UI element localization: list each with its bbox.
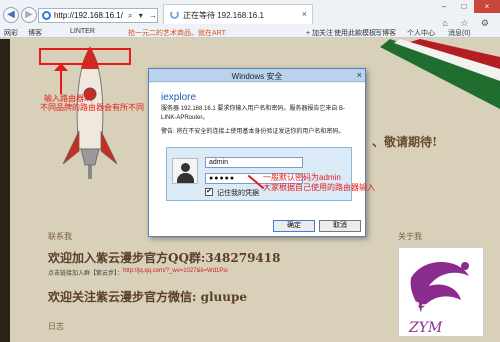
fav-item-wangcai[interactable]: 网彩 [4, 28, 18, 38]
address-tools-icon[interactable]: ⌕ ▾ → [128, 11, 159, 21]
page-left-edge [0, 39, 10, 342]
annotation-brand-note: 不同品牌的路由器会有所不同 [40, 103, 144, 112]
browser-chrome: ◀ ▶ http://192.168.16.1/ ⌕ ▾ → 正在等待 192.… [0, 0, 500, 38]
dialog-warning: 警告: 将在不安全的连接上使用基本身份验证发送你的用户名和密码。 [161, 129, 345, 135]
remember-label: 记住我的凭据 [217, 190, 259, 197]
fav-item-linter[interactable]: LINTER [70, 28, 95, 35]
dialog-body: iexplore 服务器 192.168.16.1 要求你输入用户名和密码。服务… [149, 83, 365, 236]
windows-security-dialog: Windows 安全 × iexplore 服务器 192.168.16.1 要… [148, 68, 366, 237]
url-highlight-box [39, 48, 131, 65]
loading-spinner-icon [170, 10, 179, 19]
follow-link[interactable]: + 加关注 [306, 28, 333, 38]
window-controls: – □ × [434, 0, 500, 14]
right-heading: 、敬请期待! [372, 135, 438, 149]
cancel-button[interactable]: 取消 [319, 220, 361, 232]
ribbon-decoration [380, 39, 500, 109]
maximize-button[interactable]: □ [454, 0, 474, 13]
wechat-title: 欢迎关注紫云漫步官方微信: gluupe [48, 290, 248, 304]
remember-checkbox[interactable]: ✔ [205, 188, 213, 196]
minimize-button[interactable]: – [434, 0, 454, 13]
brand-logo-icon: ZYM [408, 262, 469, 336]
messages-link[interactable]: 消息(0) [448, 28, 471, 38]
about-image: ZYM [398, 247, 484, 337]
browser-tab[interactable]: 正在等待 192.168.16.1 × [163, 4, 313, 24]
contact-label: 联系我 [48, 232, 72, 241]
tab-close-icon[interactable]: × [302, 9, 307, 19]
watermark: Bai百度 [410, 300, 463, 316]
tab-title: 正在等待 192.168.16.1 [183, 11, 264, 20]
qq-link-label: 点击链接加入群【紫云步】： [48, 271, 124, 277]
use-template-link[interactable]: 使用此款模板 [334, 28, 376, 38]
personal-center-link[interactable]: 个人中心 [407, 28, 435, 38]
fav-item-art-promo[interactable]: 抢一元二的艺术商品、就在ART [128, 28, 226, 38]
address-url[interactable]: http://192.168.16.1/ [54, 11, 123, 20]
close-window-button[interactable]: × [474, 0, 500, 13]
write-blog-link[interactable]: 写博客 [375, 28, 396, 38]
back-button[interactable]: ◀ [3, 7, 19, 23]
annotation-user-input: 大家根据自己使用的路由器输入 [263, 183, 375, 192]
ie-icon [42, 11, 51, 20]
dialog-app-name: iexplore [161, 92, 197, 103]
dialog-titlebar: Windows 安全 × [149, 69, 365, 82]
ok-button[interactable]: 确定 [273, 220, 315, 232]
dialog-close-icon[interactable]: × [357, 70, 362, 80]
favorites-bar: 网彩 博客 LINTER 抢一元二的艺术商品、就在ART + 加关注 使用此款模… [0, 27, 500, 38]
arrow-head-icon [54, 63, 68, 71]
dialog-title: Windows 安全 [231, 72, 283, 81]
svg-text:ZYM: ZYM [408, 320, 443, 336]
forward-button[interactable]: ▶ [21, 7, 37, 23]
username-field[interactable]: admin [205, 157, 303, 168]
about-label: 关于我 [398, 232, 422, 241]
user-avatar-icon [172, 158, 198, 184]
diary-label: 日志 [48, 322, 64, 331]
qq-link[interactable]: http://jq.qq.com/?_wv=1027&k=Wd1Psi [123, 268, 228, 274]
dialog-message: 服务器 192.168.16.1 要求你输入用户名和密码。服务器报告它来自 B-… [161, 106, 346, 121]
fav-item-blog[interactable]: 博客 [28, 28, 42, 38]
qq-group-title: 欢迎加入紫云漫步官方QQ群:348279418 [48, 251, 281, 265]
